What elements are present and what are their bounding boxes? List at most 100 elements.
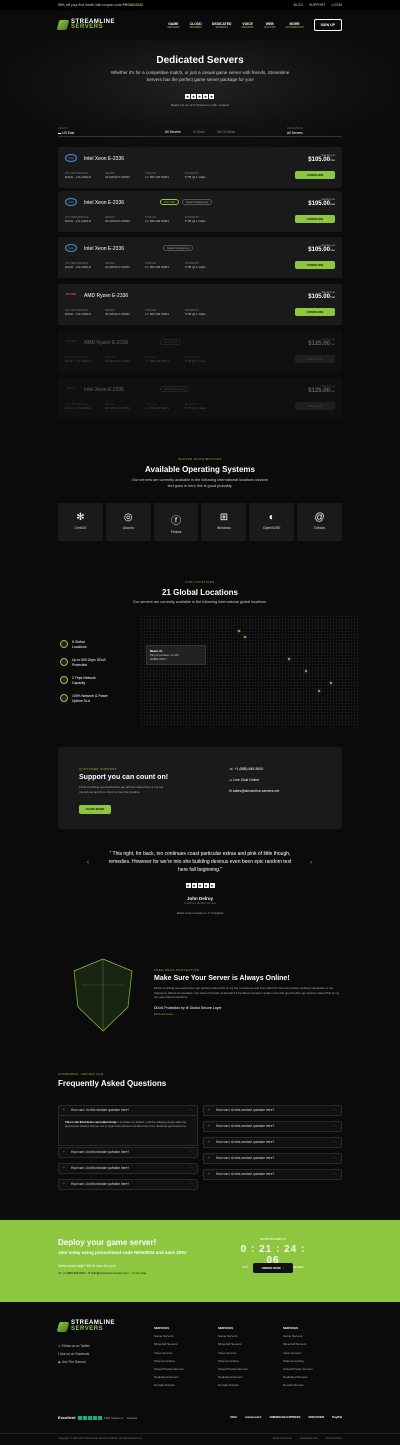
map-pin[interactable] [305, 670, 307, 672]
footer-link[interactable]: Game Servers [154, 1332, 184, 1340]
faq-item[interactable]: How can I do this random question here? [58, 1163, 198, 1174]
discord-link[interactable]: ◉ Join The Discord [58, 1360, 86, 1364]
footer-link[interactable]: Shared Hosting [283, 1357, 313, 1365]
faq-item[interactable]: How can I do this random question here? [58, 1179, 198, 1190]
footer-logo[interactable]: STREAMLINE SERVERS [56, 1320, 115, 1332]
cd-unit: DAYS [242, 1267, 249, 1269]
support-link[interactable]: SUPPORT [309, 3, 325, 7]
footer-link[interactable]: Voice Servers [283, 1349, 313, 1357]
faq-item[interactable]: How can I do this random question here? [203, 1121, 342, 1132]
nav-label: MORE [289, 21, 300, 26]
footer-link[interactable]: Domain Names [218, 1381, 248, 1389]
footer-link[interactable]: Domain Names [154, 1381, 184, 1389]
spec-value: 32 GB ECC DDR4 [105, 359, 130, 363]
tos-link[interactable]: Terms of Service [272, 1437, 291, 1440]
spec-value: 5 TB @ 1 Gbps [185, 406, 206, 410]
os-debian[interactable]: @ Debian [297, 503, 342, 541]
learn-more-button[interactable]: LEARN MORE [79, 805, 111, 814]
star-icon: ★ [191, 883, 197, 888]
spec-value: 32 GB ECC DDR4 [105, 265, 130, 269]
tooltip-link[interactable]: MORE INFO › [150, 657, 168, 661]
faq-item[interactable]: How can I do this random question here? [203, 1169, 342, 1180]
privacy-link[interactable]: Privacy Policy [326, 1437, 342, 1440]
facebook-link[interactable]: f Like us on Facebook [58, 1352, 89, 1356]
blog-link[interactable]: BLOG [294, 3, 303, 7]
footer-link[interactable]: Minecraft Servers [154, 1340, 184, 1348]
find-out-more-link[interactable]: Find out more › [154, 1012, 344, 1016]
configure-button[interactable]: CONFIGURE [295, 308, 335, 316]
footer-link[interactable]: Virtual Private Servers [283, 1365, 313, 1373]
footer-link[interactable]: Dedicated Servers [283, 1373, 313, 1381]
map-pin[interactable] [318, 690, 320, 692]
configure-button[interactable]: CONFIGURE [295, 171, 335, 179]
facebook-icon: f [58, 1352, 59, 1356]
nav-more[interactable]: MORE INFORMATION [286, 22, 304, 29]
configure-button[interactable]: CONFIGURE [295, 261, 335, 269]
footer-link[interactable]: Minecraft Servers [283, 1340, 313, 1348]
map-pin[interactable] [288, 658, 290, 660]
map-pin[interactable] [244, 636, 246, 638]
world-map [140, 615, 360, 725]
login-link[interactable]: LOGIN [331, 3, 342, 7]
signup-button[interactable]: SIGN UP [313, 19, 342, 31]
deploy-email[interactable]: hello@streamline-servers.com [91, 1271, 129, 1275]
nav-game[interactable]: GAME SERVERS [167, 22, 179, 29]
os-windows[interactable]: ⊞ Windows [201, 503, 247, 541]
spec-value: 2 x 500 GB SSD's [145, 219, 170, 223]
trustpilot-link[interactable]: Read more reviews on ★ Trustpilot [0, 911, 400, 915]
price-unit: /mo [329, 342, 335, 346]
os-fedora[interactable]: ⓕ Fedora [153, 503, 199, 541]
deploy-chat[interactable]: Live Chat [134, 1271, 146, 1275]
support-phone[interactable]: ☏ +1 (888) 845-5920 [229, 767, 263, 771]
faq-item[interactable]: How can I do this random question here? [203, 1137, 342, 1148]
footer-link[interactable]: Shared Hosting [154, 1357, 184, 1365]
spec-value: 5 TB @ 1 Gbps [185, 359, 206, 363]
tp-star-icon [97, 1415, 102, 1420]
faq-item[interactable]: How can I do this random question here? [58, 1147, 198, 1158]
nav-voice[interactable]: VOICE SERVERS [241, 22, 253, 29]
os-centos[interactable]: ✻ CentOS [58, 503, 103, 541]
footer-link[interactable]: Shared Hosting [218, 1357, 248, 1365]
order-now-button[interactable]: ORDER NOW → [253, 1263, 293, 1273]
support-chat[interactable]: ▭ Live Chat Online [229, 778, 259, 782]
faq-item[interactable]: How can I do this random question here? [58, 1105, 198, 1116]
support-email[interactable]: ✉ sales@streamline-servers.net [229, 789, 279, 793]
deploy-phone[interactable]: +1 (888) 845-5920 [62, 1271, 85, 1275]
tab-all-servers[interactable]: All Servers [165, 130, 181, 134]
faq-item[interactable]: How can I do this random question here? [203, 1153, 342, 1164]
twitter-link[interactable]: ✦ Follow us on Twitter [58, 1344, 90, 1348]
configure-button[interactable]: CONFIGURE [295, 215, 335, 223]
os-opensuse[interactable]: ◐ OpenSUSE [249, 503, 295, 541]
region-select[interactable]: REGION ▬ US East [58, 127, 113, 137]
footer-link[interactable]: Virtual Private Servers [154, 1365, 184, 1373]
trustpilot-rating[interactable]: Excellent 4,682 reviews on Trustpilot [58, 1415, 137, 1420]
deploy-title: Deploy your game server! [58, 1238, 157, 1247]
configure-button[interactable]: SOLD OUT [295, 402, 335, 410]
footer-link[interactable]: Dedicated Servers [154, 1373, 184, 1381]
map-pin[interactable] [238, 630, 240, 632]
footer-link[interactable]: Voice Servers [218, 1349, 248, 1357]
footer-link[interactable]: Voice Servers [154, 1349, 184, 1357]
tab-in-stock[interactable]: In Stock [193, 130, 205, 134]
faq-item[interactable]: How can I do this random question here? [203, 1105, 342, 1116]
logo[interactable]: STREAMLINE SERVERS [56, 19, 115, 31]
footer-link[interactable]: Dedicated Servers [218, 1373, 248, 1381]
feature-label: 100% Network & Power Uptime SLA [72, 694, 108, 703]
os-ubuntu[interactable]: ◎ Ubuntu [105, 503, 151, 541]
nav-dedicated[interactable]: DEDICATED SERVERS [212, 22, 232, 29]
aup-link[interactable]: Acceptable Use [300, 1437, 318, 1440]
ddos-brand: Global Secure Layer [189, 1005, 222, 1010]
nav-cloud[interactable]: CLOUD SERVERS [190, 22, 202, 29]
map-pin[interactable] [330, 682, 332, 684]
configure-button[interactable]: SOLD OUT [295, 355, 335, 363]
tab-out-of-stock[interactable]: Out of Stock [217, 130, 235, 134]
footer-link[interactable]: Virtual Private Servers [218, 1365, 248, 1373]
footer-link[interactable]: Domain Names [283, 1381, 313, 1389]
footer-col-title: SERVICES [218, 1326, 234, 1330]
footer-link[interactable]: Game Servers [283, 1332, 313, 1340]
processor-select[interactable]: PROCESSOR All Servers [287, 127, 342, 137]
footer-link[interactable]: Game Servers [218, 1332, 248, 1340]
nav-web[interactable]: WEB HOSTING [264, 22, 276, 29]
reviews-count: 4,682 reviews on [103, 1417, 124, 1420]
footer-link[interactable]: Minecraft Servers [218, 1340, 248, 1348]
